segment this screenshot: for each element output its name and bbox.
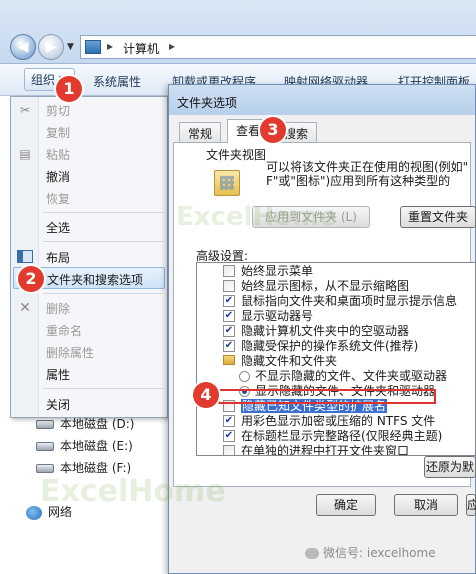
menu-item-paste[interactable]: ▤ 粘贴: [11, 143, 167, 165]
step-badge-3: 3: [260, 117, 286, 143]
wechat-id: 微信号: iexcelhome: [305, 544, 436, 561]
menu-separator: [43, 212, 163, 213]
restore-defaults-button[interactable]: 还原为默: [424, 456, 476, 478]
advanced-settings-list[interactable]: 始终显示菜单 始终显示图标，从不显示缩略图 ✔ 鼠标指向文件夹和桌面项时显示提示…: [196, 262, 476, 456]
forward-button[interactable]: ▶: [38, 34, 64, 60]
dialog-titlebar: 文件夹选项: [169, 85, 475, 115]
system-properties-button[interactable]: 系统属性: [93, 73, 141, 90]
tab-general[interactable]: 常规: [179, 122, 222, 142]
step-badge-2: 2: [18, 266, 44, 292]
checkbox-checked[interactable]: ✔: [223, 325, 235, 337]
menu-item-copy[interactable]: 复制: [11, 121, 167, 143]
menu-item-layout[interactable]: 布局: [11, 246, 167, 268]
menu-separator: [43, 388, 163, 389]
menu-item-cut[interactable]: ✂ 剪切: [11, 99, 167, 121]
drive-e[interactable]: 本地磁盘 (E:): [36, 437, 133, 454]
watermark-excelhome: ExcelHome: [176, 202, 337, 232]
menu-item-delete[interactable]: ✕ 删除: [11, 297, 167, 319]
dialog-title: 文件夹选项: [177, 96, 238, 110]
menu-item-close[interactable]: 关闭: [11, 393, 167, 415]
apply-button[interactable]: 应: [466, 494, 476, 516]
folder-views-icon: [214, 170, 240, 196]
menu-item-rename[interactable]: 重命名: [11, 319, 167, 341]
ok-button[interactable]: 确定: [316, 494, 376, 516]
watermark-excelhome-bottom: ExcelHome: [40, 474, 226, 509]
hard-drive-icon: [36, 464, 54, 473]
checkbox-checked[interactable]: ✔: [223, 310, 235, 322]
highlight-box: [218, 389, 436, 404]
computer-icon: [85, 40, 101, 54]
organize-menu: ✂ 剪切 复制 ▤ 粘贴 撤消 恢复 全选 布局 文件夹和搜索选项 ✕ 删除 重…: [10, 96, 168, 418]
address-segment-computer[interactable]: 计算机: [123, 40, 159, 57]
checkbox-checked[interactable]: ✔: [223, 295, 235, 307]
menu-item-undo[interactable]: 撤消: [11, 165, 167, 187]
step-badge-4: 4: [193, 382, 219, 408]
chevron-right-icon[interactable]: ▸: [107, 39, 113, 53]
reset-folders-button[interactable]: 重置文件夹: [400, 206, 476, 228]
folder-views-groupbox-title: 文件夹视图: [204, 146, 269, 163]
checkbox-checked[interactable]: ✔: [223, 415, 235, 427]
menu-item-remove-properties[interactable]: 删除属性: [11, 341, 167, 363]
delete-x-icon: ✕: [19, 300, 31, 316]
hard-drive-icon: [36, 420, 54, 429]
menu-item-properties[interactable]: 属性: [11, 363, 167, 385]
layout-icon: [17, 250, 33, 263]
step-badge-1: 1: [56, 76, 82, 102]
back-button[interactable]: ◀: [10, 34, 36, 60]
wechat-icon: [305, 548, 319, 559]
folder-views-description-line1: 可以将该文件夹正在使用的视图(例如": [266, 160, 469, 174]
cancel-button[interactable]: 取消: [394, 494, 458, 516]
chevron-right-icon[interactable]: ▸: [169, 39, 175, 53]
checkbox[interactable]: [223, 445, 235, 455]
recent-pages-dropdown-icon[interactable]: ▼: [67, 42, 74, 52]
folder-icon: [223, 355, 235, 365]
checkbox-checked[interactable]: ✔: [223, 340, 235, 352]
folder-views-description-line2: F信F"或"图标")应用到所有这种类型的: [266, 174, 451, 188]
explorer-titlebar: ◀ ▶ ▼ ▸ 计算机 ▸: [0, 0, 476, 64]
checkbox-checked[interactable]: ✔: [223, 430, 235, 442]
hard-drive-icon: [36, 442, 54, 451]
checkbox[interactable]: [223, 265, 235, 277]
scissors-icon: ✂: [19, 103, 31, 117]
checkbox[interactable]: [223, 280, 235, 292]
menu-separator: [43, 293, 163, 294]
menu-separator: [43, 241, 163, 242]
radio-button[interactable]: [239, 371, 250, 382]
menu-item-select-all[interactable]: 全选: [11, 216, 167, 238]
menu-item-redo[interactable]: 恢复: [11, 187, 167, 209]
address-bar[interactable]: ▸ 计算机 ▸: [80, 35, 476, 59]
clipboard-icon: ▤: [19, 147, 31, 161]
